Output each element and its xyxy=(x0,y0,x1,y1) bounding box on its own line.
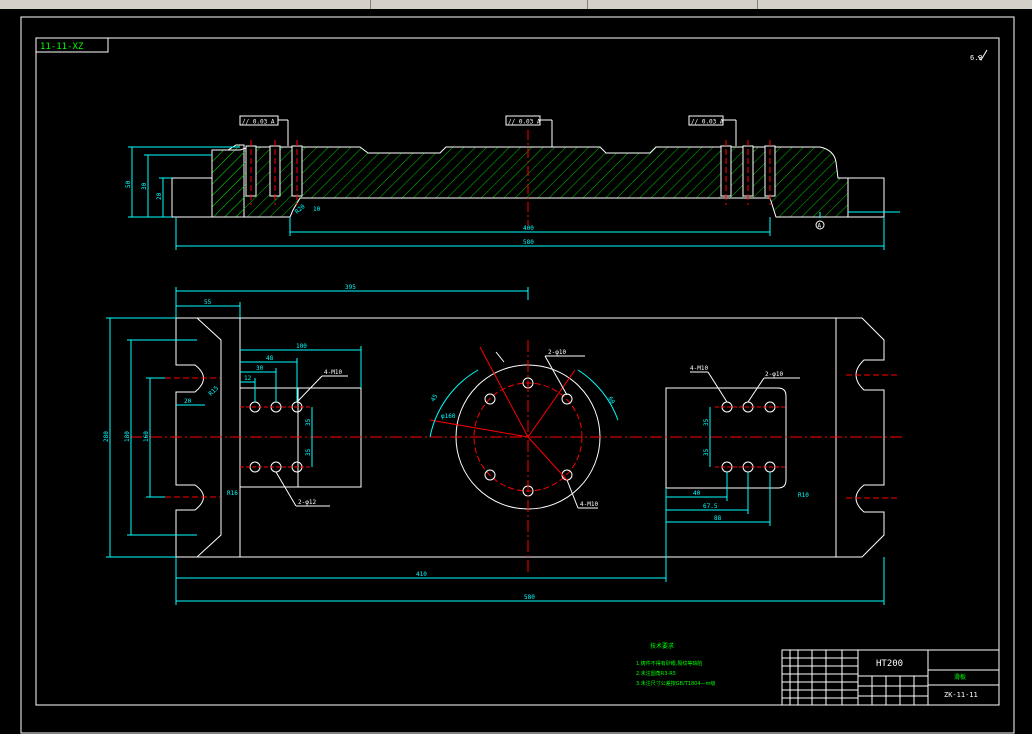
svg-text:30: 30 xyxy=(141,182,148,190)
toolbar-segment[interactable] xyxy=(0,0,371,9)
svg-text:// 0.03 A: // 0.03 A xyxy=(691,119,724,126)
svg-text:60: 60 xyxy=(606,396,616,406)
tolerance-frame-center: // 0.03 A xyxy=(505,115,553,147)
svg-text:88: 88 xyxy=(714,515,722,522)
callout-m10-circle: 4-M10 xyxy=(580,501,598,508)
toolbar-segment[interactable] xyxy=(372,0,588,9)
svg-text:20: 20 xyxy=(156,192,163,200)
svg-text:410: 410 xyxy=(416,571,427,578)
callout-m10-left: 4-M10 xyxy=(324,369,342,376)
drawing-number: ZK-11-11 xyxy=(944,691,978,699)
toolbar-strip xyxy=(0,0,1032,9)
svg-text:100: 100 xyxy=(296,343,307,350)
svg-text:55: 55 xyxy=(204,299,212,306)
callout-m10-right: 4-M10 xyxy=(690,365,708,372)
material-label: HT200 xyxy=(876,659,903,669)
svg-text:35: 35 xyxy=(305,448,312,456)
svg-text:48: 48 xyxy=(266,355,274,362)
drawing-id: 11-11-XZ xyxy=(40,42,84,52)
svg-text:技术要求: 技术要求 xyxy=(650,642,674,650)
svg-text:R15: R15 xyxy=(207,385,220,398)
svg-text:10: 10 xyxy=(313,206,321,213)
svg-text:50: 50 xyxy=(125,180,132,188)
svg-text:395: 395 xyxy=(345,284,356,291)
svg-text:20: 20 xyxy=(184,398,192,405)
technical-notes: 技术要求 1.铸件不得有砂眼,裂纹等缺陷 2.未注圆角R3-R5 3.未注尺寸公… xyxy=(636,642,715,687)
svg-text:1.铸件不得有砂眼,裂纹等缺陷: 1.铸件不得有砂眼,裂纹等缺陷 xyxy=(636,660,702,667)
svg-text:40: 40 xyxy=(693,490,701,497)
plan-view: 395 55 100 48 30 12 20 280 180 160 35 35… xyxy=(103,284,905,605)
part-name: 滑板 xyxy=(954,673,966,681)
datum-label: A xyxy=(818,223,822,230)
svg-text:35: 35 xyxy=(305,418,312,426)
sheet-inner-border xyxy=(35,37,1000,706)
svg-text:180: 180 xyxy=(124,431,131,442)
cad-drawing: 11-11-XZ 6.3 // 0.03 A // 0.03 A // 0.03… xyxy=(20,16,1015,734)
svg-text:67.5: 67.5 xyxy=(703,503,718,510)
callout-holes-circle: 2-φ10 xyxy=(548,349,566,356)
svg-text:280: 280 xyxy=(103,431,110,442)
svg-text:45: 45 xyxy=(430,393,440,403)
svg-text:// 0.03 A: // 0.03 A xyxy=(508,119,541,126)
toolbar-segment[interactable] xyxy=(589,0,758,9)
tolerance-frame-left: // 0.03 A xyxy=(239,115,289,146)
callout-holes-left: 2-φ12 xyxy=(298,499,316,506)
svg-text:3.未注尺寸公差按GB/T1804—m级: 3.未注尺寸公差按GB/T1804—m级 xyxy=(636,680,715,687)
callout-holes-right: 2-φ10 xyxy=(765,371,783,378)
svg-text:φ160: φ160 xyxy=(441,413,456,420)
svg-text:30: 30 xyxy=(256,365,264,372)
section-view: // 0.03 A // 0.03 A // 0.03 A 50 30 20 4… xyxy=(125,115,900,250)
svg-text:35: 35 xyxy=(703,418,710,426)
svg-text:R10: R10 xyxy=(798,492,809,499)
svg-text:580: 580 xyxy=(524,594,535,601)
svg-text:R16: R16 xyxy=(227,490,238,497)
svg-text:35: 35 xyxy=(703,448,710,456)
svg-text:400: 400 xyxy=(523,225,534,232)
svg-text:// 0.03 A: // 0.03 A xyxy=(242,119,275,126)
surface-mark: 6.3 xyxy=(970,54,983,62)
svg-text:2.未注圆角R3-R5: 2.未注圆角R3-R5 xyxy=(636,670,676,677)
svg-text:12: 12 xyxy=(244,375,252,382)
svg-text:160: 160 xyxy=(143,431,150,442)
drawing-canvas[interactable]: 11-11-XZ 6.3 // 0.03 A // 0.03 A // 0.03… xyxy=(0,9,1032,734)
svg-text:580: 580 xyxy=(523,239,534,246)
toolbar-segment[interactable] xyxy=(759,0,1032,9)
tolerance-frame-right: // 0.03 A xyxy=(688,115,737,146)
